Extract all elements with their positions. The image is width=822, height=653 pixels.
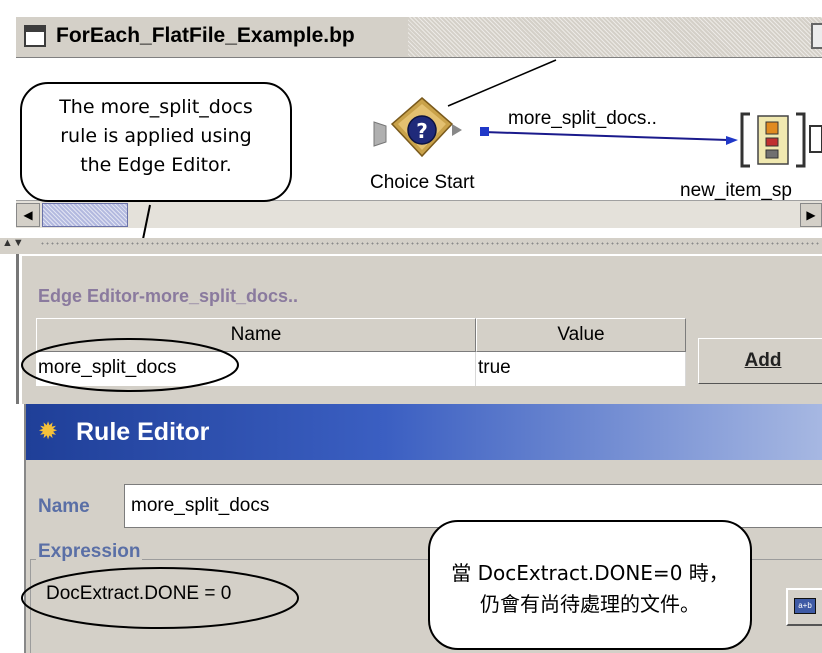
choice-start-label: Choice Start — [370, 172, 475, 193]
splitter-grip — [40, 242, 820, 245]
expression-label: Expression — [36, 541, 143, 563]
table-row[interactable]: more_split_docs true — [36, 352, 686, 386]
pane-splitter[interactable]: ▲▼ — [0, 238, 822, 254]
horizontal-scrollbar[interactable]: ◀ ▶ — [16, 200, 822, 228]
scroll-right-arrow-icon[interactable]: ▶ — [800, 203, 822, 227]
callout-line: rule is applied using — [60, 125, 252, 147]
rule-editor-titlebar[interactable]: ✹ Rule Editor — [26, 404, 822, 460]
row-name-cell[interactable]: more_split_docs — [36, 352, 476, 386]
rule-editor-title: Rule Editor — [76, 418, 210, 446]
table-header: Name Value — [36, 318, 686, 352]
expression-builder-icon: a+b — [794, 598, 816, 614]
scroll-left-arrow-icon[interactable]: ◀ — [16, 203, 40, 227]
splitter-arrows-icon[interactable]: ▲▼ — [2, 238, 24, 249]
edge-properties-table: Name Value more_split_docs true — [36, 318, 686, 386]
process-window-titlebar[interactable]: ForEach_FlatFile_Example.bp — [16, 16, 822, 58]
add-button-label: Add — [744, 350, 782, 371]
window-control-button[interactable] — [811, 23, 822, 49]
column-header-value[interactable]: Value — [476, 318, 686, 352]
edge-editor-title: Edge Editor-more_split_docs.. — [38, 286, 299, 306]
edge-editor-callout: The more_split_docs rule is applied usin… — [20, 82, 292, 202]
callout-line: the Edge Editor. — [80, 154, 232, 176]
row-value-cell[interactable]: true — [476, 352, 686, 386]
add-button[interactable]: Add — [698, 338, 822, 384]
new-item-label: new_item_sp — [680, 180, 792, 201]
callout-line: 仍會有尚待處理的文件。 — [480, 592, 700, 616]
rule-editor-app-icon: ✹ — [38, 418, 59, 445]
expression-value: DocExtract.DONE = 0 — [46, 583, 232, 604]
expression-builder-button[interactable]: a+b — [786, 588, 822, 626]
callout-line: The more_split_docs — [59, 96, 253, 118]
expression-callout: 當 DocExtract.DONE=0 時， 仍會有尚待處理的文件。 — [428, 520, 752, 650]
window-icon — [24, 25, 46, 47]
process-window-title: ForEach_FlatFile_Example.bp — [56, 24, 355, 47]
scroll-thumb[interactable] — [42, 203, 128, 227]
edge-editor-panel: Edge Editor-more_split_docs.. Name Value… — [20, 254, 822, 404]
edge-label: more_split_docs.. — [508, 108, 657, 129]
name-label: Name — [38, 496, 90, 517]
column-header-name[interactable]: Name — [36, 318, 476, 352]
callout-line: 當 DocExtract.DONE=0 時， — [451, 561, 729, 585]
